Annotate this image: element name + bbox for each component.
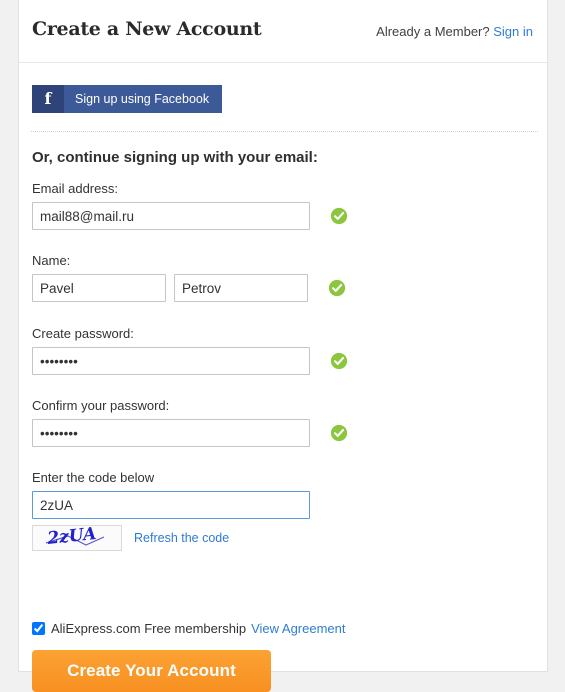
confirm-password-input-row	[32, 419, 348, 447]
member-prompt: Already a Member? Sign in	[376, 24, 533, 39]
captcha-code-glyphs: 2zUA	[45, 527, 105, 549]
confirm-password-label: Confirm your password:	[32, 398, 170, 413]
agreement-text: AliExpress.com Free membership	[51, 621, 247, 636]
agreement-row: AliExpress.com Free membership View Agre…	[32, 621, 346, 636]
signup-page: Create a New Account Already a Member? S…	[0, 0, 565, 692]
captcha-field-group: Enter the code below 2zUA Refresh the co…	[32, 470, 310, 551]
check-circle-icon	[330, 424, 348, 442]
check-circle-icon	[330, 207, 348, 225]
section-divider	[31, 131, 538, 132]
password-label: Create password:	[32, 326, 134, 341]
email-section-heading: Or, continue signing up with your email:	[32, 149, 318, 166]
agreement-checkbox[interactable]	[32, 622, 45, 635]
first-name-input[interactable]	[32, 274, 166, 302]
last-name-input[interactable]	[174, 274, 308, 302]
confirm-password-input[interactable]	[32, 419, 310, 447]
confirm-password-field-group: Confirm your password:	[32, 398, 348, 447]
check-circle-icon	[328, 279, 346, 297]
view-agreement-link[interactable]: View Agreement	[251, 621, 345, 636]
name-input-row	[32, 274, 346, 302]
facebook-signup-button[interactable]: f Sign up using Facebook	[32, 85, 223, 113]
captcha-input[interactable]	[32, 491, 310, 519]
facebook-f-icon: f	[32, 85, 64, 113]
member-prompt-text: Already a Member?	[376, 24, 490, 39]
signup-card: Create a New Account Already a Member? S…	[18, 0, 548, 692]
refresh-captcha-link[interactable]: Refresh the code	[134, 531, 229, 545]
sign-in-link[interactable]: Sign in	[493, 24, 533, 39]
captcha-image[interactable]: 2zUA	[32, 525, 122, 551]
email-label: Email address:	[32, 181, 118, 196]
page-title: Create a New Account	[32, 18, 262, 40]
captcha-image-row: 2zUA Refresh the code	[32, 525, 310, 551]
password-field-group: Create password:	[32, 326, 348, 375]
password-input[interactable]	[32, 347, 310, 375]
check-circle-icon	[330, 352, 348, 370]
email-input-row	[32, 202, 348, 230]
email-field-group: Email address:	[32, 181, 348, 230]
card-header: Create a New Account Already a Member? S…	[19, 0, 547, 63]
password-input-row	[32, 347, 348, 375]
name-field-group: Name:	[32, 253, 346, 302]
name-label: Name:	[32, 253, 71, 268]
create-account-button[interactable]: Create Your Account	[32, 650, 271, 692]
captcha-label: Enter the code below	[32, 470, 155, 485]
facebook-signup-label: Sign up using Facebook	[75, 92, 210, 106]
email-input[interactable]	[32, 202, 310, 230]
